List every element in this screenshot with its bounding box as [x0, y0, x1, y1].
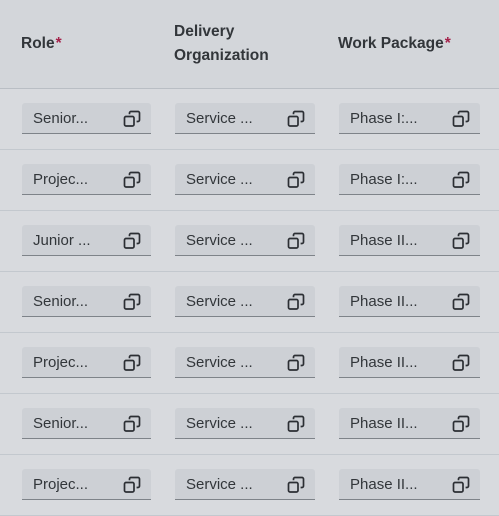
table-row[interactable]: Projec... Service ... Phase II...: [0, 455, 499, 516]
work-package-field[interactable]: Phase II...: [339, 408, 480, 439]
value-help-icon[interactable]: [452, 354, 470, 372]
value-help-icon[interactable]: [287, 293, 305, 311]
value-help-icon[interactable]: [287, 476, 305, 494]
delivery-organization-field[interactable]: Service ...: [175, 103, 315, 134]
table-row[interactable]: Senior... Service ... Phase II...: [0, 272, 499, 333]
delivery-organization-field[interactable]: Service ...: [175, 164, 315, 195]
work-package-field[interactable]: Phase II...: [339, 347, 480, 378]
work-package-field[interactable]: Phase II...: [339, 286, 480, 317]
work-package-field-value: Phase I:...: [350, 170, 418, 188]
work-package-field[interactable]: Phase II...: [339, 469, 480, 500]
role-field-value: Senior...: [33, 292, 89, 310]
delivery-organization-field[interactable]: Service ...: [175, 347, 315, 378]
value-help-icon[interactable]: [123, 415, 141, 433]
work-package-field[interactable]: Phase I:...: [339, 103, 480, 134]
value-help-icon[interactable]: [452, 110, 470, 128]
value-help-icon[interactable]: [123, 476, 141, 494]
value-help-icon[interactable]: [452, 171, 470, 189]
column-header-delivery-organization[interactable]: Delivery Organization: [174, 0, 324, 88]
column-header-delivery-label-line1: Delivery: [174, 23, 235, 40]
table-row[interactable]: Senior... Service ... Phase II...: [0, 394, 499, 455]
delivery-organization-field-value: Service ...: [186, 475, 253, 493]
value-help-icon[interactable]: [123, 354, 141, 372]
delivery-organization-field-value: Service ...: [186, 353, 253, 371]
role-field[interactable]: Senior...: [22, 286, 151, 317]
work-package-table: Role * Delivery Organization Work Packag…: [0, 0, 499, 516]
value-help-icon[interactable]: [287, 354, 305, 372]
value-help-icon[interactable]: [123, 110, 141, 128]
column-header-work-package[interactable]: Work Package *: [338, 0, 498, 88]
delivery-organization-field[interactable]: Service ...: [175, 408, 315, 439]
value-help-icon[interactable]: [123, 232, 141, 250]
column-header-role-label: Role: [21, 35, 55, 52]
role-field[interactable]: Projec...: [22, 469, 151, 500]
work-package-field-value: Phase II...: [350, 231, 418, 249]
work-package-field-value: Phase II...: [350, 353, 418, 371]
required-marker: *: [444, 35, 451, 52]
required-marker: *: [55, 35, 62, 52]
column-header-delivery-label-line2: Organization: [174, 47, 269, 64]
delivery-organization-field[interactable]: Service ...: [175, 469, 315, 500]
value-help-icon[interactable]: [452, 232, 470, 250]
work-package-field[interactable]: Phase I:...: [339, 164, 480, 195]
value-help-icon[interactable]: [287, 415, 305, 433]
work-package-field-value: Phase II...: [350, 414, 418, 432]
role-field[interactable]: Senior...: [22, 408, 151, 439]
table-row[interactable]: Junior ... Service ... Phase II...: [0, 211, 499, 272]
work-package-field-value: Phase II...: [350, 292, 418, 310]
role-field[interactable]: Senior...: [22, 103, 151, 134]
role-field[interactable]: Projec...: [22, 164, 151, 195]
role-field-value: Projec...: [33, 170, 89, 188]
value-help-icon[interactable]: [452, 415, 470, 433]
delivery-organization-field-value: Service ...: [186, 414, 253, 432]
delivery-organization-field-value: Service ...: [186, 292, 253, 310]
delivery-organization-field-value: Service ...: [186, 109, 253, 127]
delivery-organization-field-value: Service ...: [186, 170, 253, 188]
work-package-field-value: Phase I:...: [350, 109, 418, 127]
table-row[interactable]: Projec... Service ... Phase II...: [0, 333, 499, 394]
value-help-icon[interactable]: [287, 232, 305, 250]
value-help-icon[interactable]: [123, 171, 141, 189]
delivery-organization-field[interactable]: Service ...: [175, 225, 315, 256]
role-field-value: Senior...: [33, 109, 89, 127]
table-row[interactable]: Senior... Service ... Phase I:...: [0, 89, 499, 150]
role-field[interactable]: Junior ...: [22, 225, 151, 256]
table-header: Role * Delivery Organization Work Packag…: [0, 0, 499, 89]
role-field-value: Projec...: [33, 475, 89, 493]
work-package-field-value: Phase II...: [350, 475, 418, 493]
role-field-value: Junior ...: [33, 231, 91, 249]
value-help-icon[interactable]: [287, 110, 305, 128]
column-header-role[interactable]: Role *: [21, 0, 151, 88]
column-header-work-package-label: Work Package: [338, 35, 444, 52]
role-field-value: Projec...: [33, 353, 89, 371]
value-help-icon[interactable]: [123, 293, 141, 311]
delivery-organization-field[interactable]: Service ...: [175, 286, 315, 317]
value-help-icon[interactable]: [287, 171, 305, 189]
table-row[interactable]: Projec... Service ... Phase I:...: [0, 150, 499, 211]
role-field-value: Senior...: [33, 414, 89, 432]
delivery-organization-field-value: Service ...: [186, 231, 253, 249]
work-package-field[interactable]: Phase II...: [339, 225, 480, 256]
value-help-icon[interactable]: [452, 476, 470, 494]
role-field[interactable]: Projec...: [22, 347, 151, 378]
value-help-icon[interactable]: [452, 293, 470, 311]
